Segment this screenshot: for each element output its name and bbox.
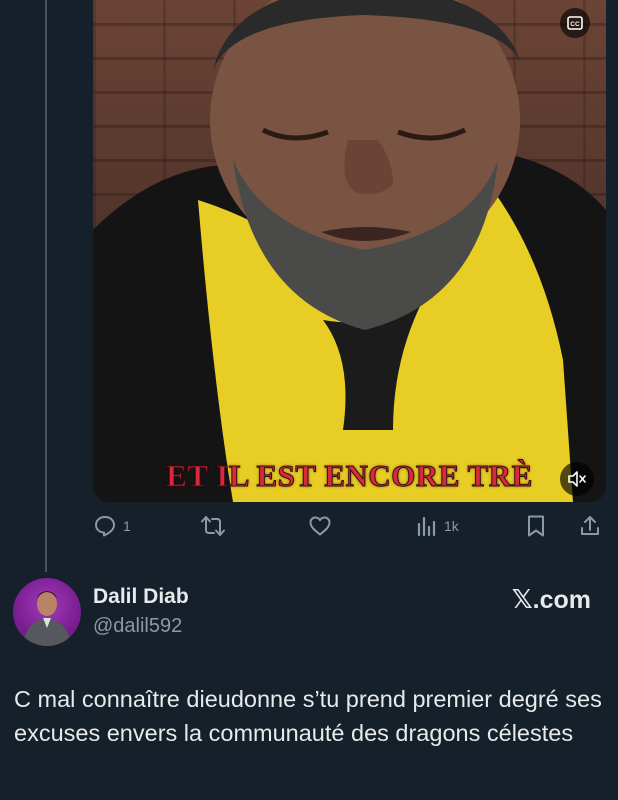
avatar[interactable] (13, 578, 81, 646)
views-button[interactable]: 1k (416, 514, 459, 538)
bookmark-icon (528, 515, 544, 537)
tweet-author-header: Dalil Diab @dalil592 𝕏 .com (13, 578, 618, 648)
thread-connector-line (45, 0, 47, 572)
share-icon (581, 516, 599, 535)
tweet-actions-bar: 1 1k (93, 510, 606, 546)
bookmark-button[interactable] (525, 514, 547, 538)
author-name[interactable]: Dalil Diab (93, 585, 189, 609)
retweet-icon (201, 516, 225, 536)
reply-icon (95, 516, 115, 537)
reply-count: 1 (123, 518, 131, 534)
author-handle[interactable]: @dalil592 (93, 615, 182, 638)
video-frame-person (93, 0, 606, 502)
video-player[interactable]: ET IL EST ENCORE TRÈ CC (93, 0, 606, 502)
views-icon (417, 516, 436, 537)
avatar-portrait (23, 591, 71, 646)
svg-text:CC: CC (570, 21, 580, 28)
like-icon (309, 516, 331, 536)
closed-captions-icon[interactable]: CC (560, 8, 590, 38)
tweet-text: C mal connaître dieudonne s’tu prend pre… (14, 686, 602, 746)
speaker-muted-icon[interactable] (560, 462, 594, 496)
x-com-logo: 𝕏 .com (512, 585, 591, 615)
x-logo-icon: 𝕏 (511, 585, 533, 615)
views-count: 1k (444, 518, 459, 534)
reply-button[interactable]: 1 (93, 514, 131, 538)
like-button[interactable] (308, 514, 332, 538)
brand-domain: .com (532, 585, 591, 614)
retweet-button[interactable] (200, 514, 226, 538)
share-button[interactable] (579, 514, 601, 538)
video-subtitle: ET IL EST ENCORE TRÈ (166, 458, 533, 494)
